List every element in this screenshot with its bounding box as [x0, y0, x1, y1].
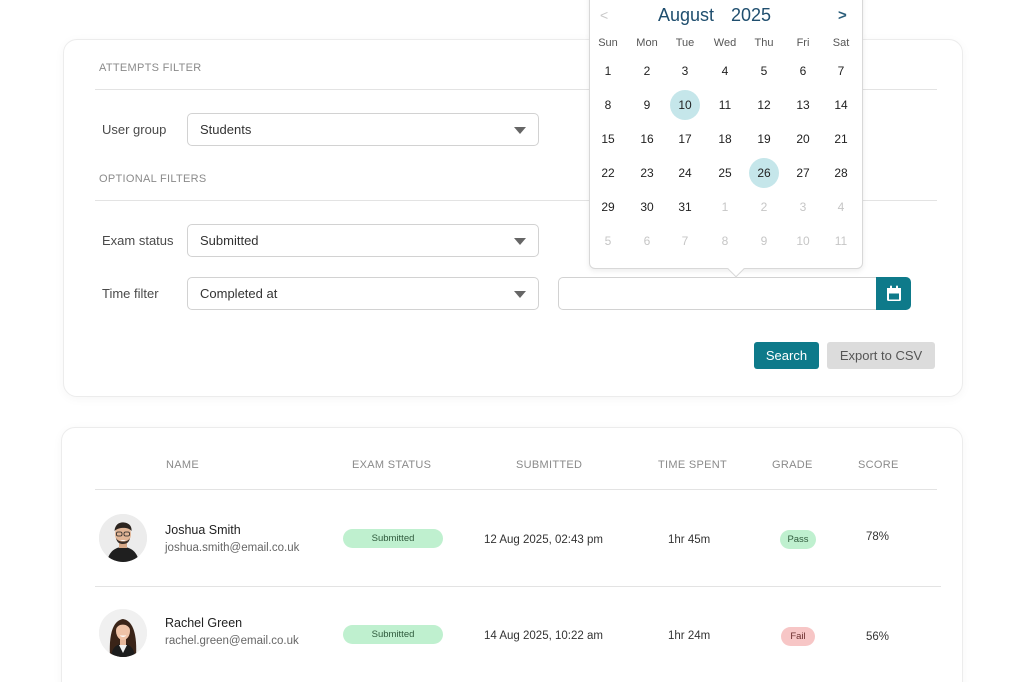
calendar-day[interactable]: 4: [710, 56, 740, 86]
weekday-label: Fri: [796, 37, 810, 49]
attempts-filter-title: ATTEMPTS FILTER: [99, 62, 202, 74]
calendar-day[interactable]: 10: [670, 90, 700, 120]
calendar-day[interactable]: 7: [670, 226, 700, 256]
header-score: SCORE: [858, 459, 899, 471]
calendar-day[interactable]: 8: [710, 226, 740, 256]
search-button[interactable]: Search: [754, 342, 819, 369]
user-email: rachel.green@email.co.uk: [165, 635, 299, 647]
user-name: Joshua Smith: [165, 523, 241, 537]
calendar-day[interactable]: 4: [826, 192, 856, 222]
calendar-day[interactable]: 16: [632, 124, 662, 154]
chevron-down-icon: [514, 127, 526, 134]
score: 56%: [866, 631, 890, 643]
calendar-day[interactable]: 8: [593, 90, 623, 120]
calendar-day[interactable]: 6: [632, 226, 662, 256]
optional-filters-title: OPTIONAL FILTERS: [99, 173, 207, 185]
score: 78%: [866, 531, 890, 543]
user-group-value: Students: [200, 122, 252, 137]
grade-badge: Fail: [781, 627, 815, 646]
previous-month-button[interactable]: <: [600, 7, 608, 23]
header-name: NAME: [166, 459, 199, 471]
calendar-day[interactable]: 24: [670, 158, 700, 188]
calendar-day[interactable]: 11: [826, 226, 856, 256]
status-badge: Submitted: [343, 529, 443, 548]
calendar-day[interactable]: 31: [670, 192, 700, 222]
calendar-day[interactable]: 27: [788, 158, 818, 188]
time-filter-label: Time filter: [102, 286, 159, 301]
calendar-day[interactable]: 15: [593, 124, 623, 154]
calendar-day[interactable]: 10: [788, 226, 818, 256]
calendar-day[interactable]: 18: [710, 124, 740, 154]
time-spent: 1hr 24m: [668, 630, 711, 642]
calendar-day[interactable]: 29: [593, 192, 623, 222]
divider: [95, 586, 941, 587]
header-exam-status: EXAM STATUS: [352, 459, 432, 471]
calendar-day[interactable]: 12: [749, 90, 779, 120]
chevron-down-icon: [514, 291, 526, 298]
calendar-day[interactable]: 9: [632, 90, 662, 120]
date-picker-calendar: < August 2025 > Sun Mon Tue Wed Thu Fri Sat 1 2 3…: [589, 0, 863, 278]
grade-badge: Pass: [780, 530, 816, 549]
chevron-down-icon: [514, 238, 526, 245]
calendar-day[interactable]: 19: [749, 124, 779, 154]
exam-status-value: Submitted: [200, 233, 259, 248]
exam-status-label: Exam status: [102, 233, 174, 248]
submitted-date: 12 Aug 2025, 02:43 pm: [484, 534, 603, 546]
divider: [95, 489, 937, 490]
user-group-label: User group: [102, 122, 167, 137]
calendar-day[interactable]: 5: [749, 56, 779, 86]
weekday-label: Thu: [754, 37, 774, 49]
calendar-day[interactable]: 20: [788, 124, 818, 154]
header-submitted: SUBMITTED: [516, 459, 583, 471]
calendar-day[interactable]: 2: [632, 56, 662, 86]
calendar-day[interactable]: 1: [593, 56, 623, 86]
calendar-day[interactable]: 28: [826, 158, 856, 188]
date-input[interactable]: [558, 277, 878, 310]
calendar-day[interactable]: 14: [826, 90, 856, 120]
calendar-day[interactable]: 13: [788, 90, 818, 120]
user-email: joshua.smith@email.co.uk: [165, 542, 300, 554]
calendar-day[interactable]: 7: [826, 56, 856, 86]
calendar-day[interactable]: 6: [788, 56, 818, 86]
header-time-spent: TIME SPENT: [658, 459, 728, 471]
weekday-label: Wed: [713, 37, 737, 49]
header-grade: GRADE: [772, 459, 813, 471]
calendar-day[interactable]: 2: [749, 192, 779, 222]
time-spent: 1hr 45m: [668, 534, 711, 546]
calendar-day[interactable]: 3: [670, 56, 700, 86]
calendar-day[interactable]: 26: [749, 158, 779, 188]
user-group-select[interactable]: Students: [187, 113, 539, 146]
calendar-day[interactable]: 30: [632, 192, 662, 222]
calendar-icon: [886, 285, 901, 301]
time-filter-select[interactable]: Completed at: [187, 277, 539, 310]
calendar-month[interactable]: August: [658, 5, 714, 26]
submitted-date: 14 Aug 2025, 10:22 am: [484, 630, 603, 642]
calendar-day[interactable]: 17: [670, 124, 700, 154]
weekday-label: Tue: [675, 37, 695, 49]
weekday-label: Sat: [832, 37, 850, 49]
calendar-day[interactable]: 23: [632, 158, 662, 188]
status-badge: Submitted: [343, 625, 443, 644]
export-csv-button[interactable]: Export to CSV: [827, 342, 935, 369]
calendar-day[interactable]: 3: [788, 192, 818, 222]
calendar-day[interactable]: 22: [593, 158, 623, 188]
exam-status-select[interactable]: Submitted: [187, 224, 539, 257]
calendar-day[interactable]: 9: [749, 226, 779, 256]
calendar-day[interactable]: 5: [593, 226, 623, 256]
calendar-button[interactable]: [876, 277, 911, 310]
next-month-button[interactable]: >: [838, 7, 847, 24]
avatar: [99, 609, 147, 657]
calendar-day[interactable]: 11: [710, 90, 740, 120]
calendar-day[interactable]: 21: [826, 124, 856, 154]
weekday-label: Sun: [598, 37, 618, 49]
time-filter-value: Completed at: [200, 286, 278, 301]
user-name: Rachel Green: [165, 616, 243, 630]
calendar-year[interactable]: 2025: [731, 5, 771, 26]
weekday-label: Mon: [636, 37, 658, 49]
results-table: NAME EXAM STATUS SUBMITTED TIME SPENT GR…: [61, 427, 963, 682]
avatar: [99, 514, 147, 562]
calendar-day[interactable]: 25: [710, 158, 740, 188]
calendar-day[interactable]: 1: [710, 192, 740, 222]
